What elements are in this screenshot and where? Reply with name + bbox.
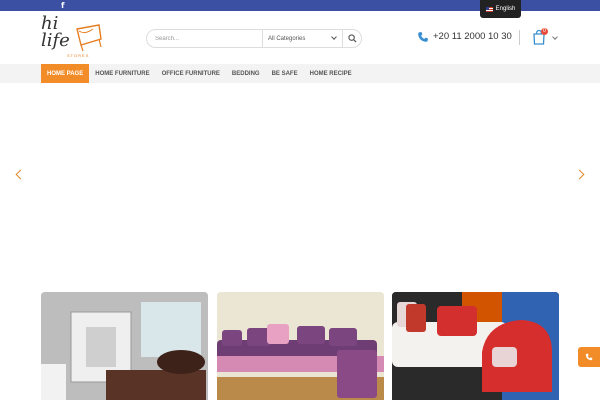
language-label: English — [495, 6, 516, 12]
search-icon — [348, 34, 357, 43]
nav-item-be-safe[interactable]: BE SAFE — [266, 64, 304, 83]
slider-prev-icon[interactable] — [15, 169, 26, 180]
category-select[interactable]: All Categories — [262, 30, 342, 47]
bedroom-photo — [41, 292, 208, 400]
chevron-down-icon — [331, 34, 337, 40]
main-navigation: HOME PAGE HOME FURNITURE OFFICE FURNITURE B… — [0, 64, 600, 83]
cart-count-badge: 0 — [541, 28, 548, 35]
nav-item-home-page[interactable]: HOME PAGE — [41, 64, 90, 83]
search-bar: All Categories — [146, 29, 362, 48]
slider-next-icon[interactable] — [574, 169, 585, 180]
nav-item-home-furniture[interactable]: HOME FURNITURE — [89, 64, 155, 83]
category-card-sofa[interactable] — [217, 292, 384, 400]
category-card-bedroom[interactable] — [41, 292, 208, 400]
hero-slider — [0, 83, 600, 278]
phone-icon — [418, 32, 428, 42]
category-select-value: All Categories — [268, 35, 306, 42]
phone-number[interactable]: +20 11 2000 10 30 — [433, 31, 512, 43]
nav-item-home-recipe[interactable]: HOME RECIPE — [304, 64, 358, 83]
logo-subtext: STORES — [67, 53, 90, 58]
nav-item-office-furniture[interactable]: OFFICE FURNITURE — [156, 64, 226, 83]
call-button[interactable] — [578, 347, 600, 367]
chevron-down-icon[interactable] — [552, 34, 558, 40]
logo-text: hi life — [41, 13, 70, 51]
header-divider — [519, 30, 520, 45]
sofa-photo — [217, 292, 384, 400]
nav-item-bedding[interactable]: BEDDING — [226, 64, 266, 83]
language-switcher[interactable]: English — [480, 0, 521, 18]
category-card-living-room[interactable] — [392, 292, 559, 400]
us-flag-icon — [485, 6, 493, 12]
phone-icon — [585, 353, 593, 361]
search-button[interactable] — [342, 30, 362, 47]
search-input[interactable] — [155, 33, 255, 45]
site-logo[interactable]: hi life STORES — [41, 15, 105, 61]
living-room-photo — [392, 292, 559, 400]
facebook-icon[interactable]: f — [61, 1, 64, 10]
nav-menu: HOME PAGE HOME FURNITURE OFFICE FURNITURE B… — [41, 64, 358, 83]
